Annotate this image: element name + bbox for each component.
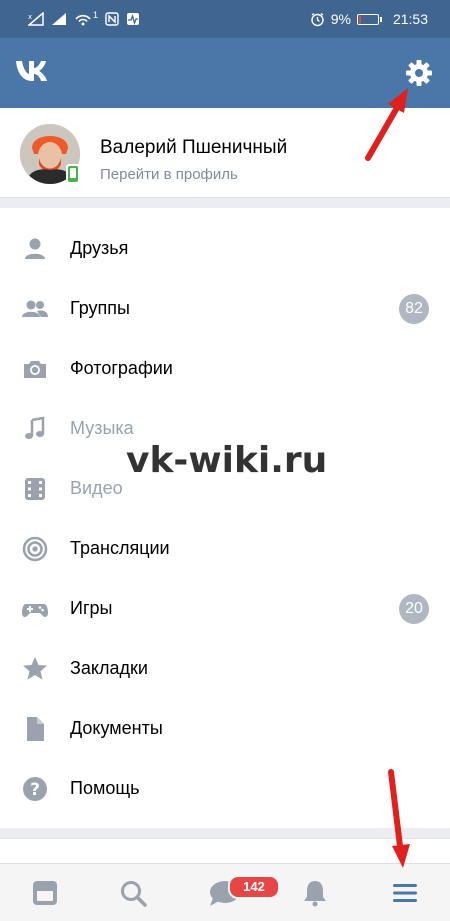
document-icon	[27, 717, 44, 741]
vk-logo-icon	[16, 61, 47, 81]
menu-item-label: Группы	[70, 298, 130, 318]
help-icon: ?	[23, 777, 47, 801]
menu-item-label: Друзья	[70, 238, 129, 258]
menu-item-label: Трансляции	[70, 538, 170, 558]
menu-icon[interactable]	[390, 878, 420, 908]
menu-item-label: Помощь	[70, 778, 140, 798]
music-icon	[25, 416, 45, 439]
camera-icon	[24, 361, 46, 378]
menu-footer-section	[0, 838, 450, 863]
status-bar-left: x 1	[28, 10, 140, 26]
groups-count-badge: 82	[399, 294, 429, 324]
status-bar: x 1 9% 21:53	[0, 0, 450, 38]
nfc-icon	[105, 12, 119, 26]
no-signal-icon: x	[28, 12, 44, 26]
app-header	[0, 38, 450, 108]
signal-icon	[52, 13, 66, 25]
menu-item-photos[interactable]: Фотографии	[0, 339, 450, 399]
online-mobile-badge	[66, 164, 80, 184]
menu-item-bookmarks[interactable]: Закладки	[0, 639, 450, 699]
broadcast-icon	[22, 536, 48, 562]
vk-app-screen: x 1 9% 21:53 Валерий Пшеничный Перейти в…	[0, 0, 450, 921]
menu-item-label: Видео	[70, 478, 123, 498]
menu-item-groups[interactable]: Группы 82	[0, 279, 450, 339]
star-icon	[23, 657, 47, 680]
news-icon[interactable]	[30, 878, 60, 908]
users-icon	[22, 300, 48, 317]
status-bar-right: 9% 21:53	[310, 11, 428, 27]
menu-item-documents[interactable]: Документы	[0, 699, 450, 759]
gamepad-icon	[22, 604, 48, 617]
bottom-tab-bar	[0, 863, 450, 921]
games-count-badge: 20	[399, 594, 429, 624]
menu-item-label: Фотографии	[70, 358, 173, 378]
menu-item-games[interactable]: Игры 20	[0, 579, 450, 639]
vk-logo	[14, 58, 56, 91]
menu-item-label: Игры	[70, 598, 113, 618]
menu-list: Друзья Группы 82 Фотографии Музыка Видео…	[0, 208, 450, 828]
activity-icon	[127, 13, 140, 26]
menu-item-label: Музыка	[70, 418, 134, 438]
svg-text:?: ?	[30, 780, 40, 800]
menu-item-label: Закладки	[70, 658, 148, 678]
profile-card[interactable]: Валерий Пшеничный Перейти в профиль	[0, 108, 450, 198]
profile-name[interactable]: Валерий Пшеничный	[100, 137, 287, 159]
settings-gear-icon[interactable]	[404, 58, 434, 88]
menu-item-help[interactable]: ? Помощь	[0, 759, 450, 819]
svg-text:x: x	[28, 13, 32, 21]
messages-count-badge: 142	[228, 875, 280, 899]
menu-item-label: Документы	[70, 718, 163, 738]
user-icon	[25, 238, 45, 259]
video-icon	[25, 478, 45, 500]
search-icon[interactable]	[118, 878, 148, 908]
battery-icon	[356, 13, 382, 25]
alarm-icon	[311, 12, 324, 26]
watermark: vk-wiki.ru	[126, 440, 328, 481]
wifi-icon	[75, 14, 91, 26]
battery-percent: 9%	[330, 11, 351, 27]
menu-item-friends[interactable]: Друзья	[0, 219, 450, 279]
sim-indicator: 1	[93, 10, 99, 20]
clock: 21:53	[392, 11, 428, 27]
menu-item-broadcasts[interactable]: Трансляции	[0, 519, 450, 579]
profile-link[interactable]: Перейти в профиль	[100, 166, 238, 183]
notifications-icon[interactable]	[300, 878, 330, 908]
